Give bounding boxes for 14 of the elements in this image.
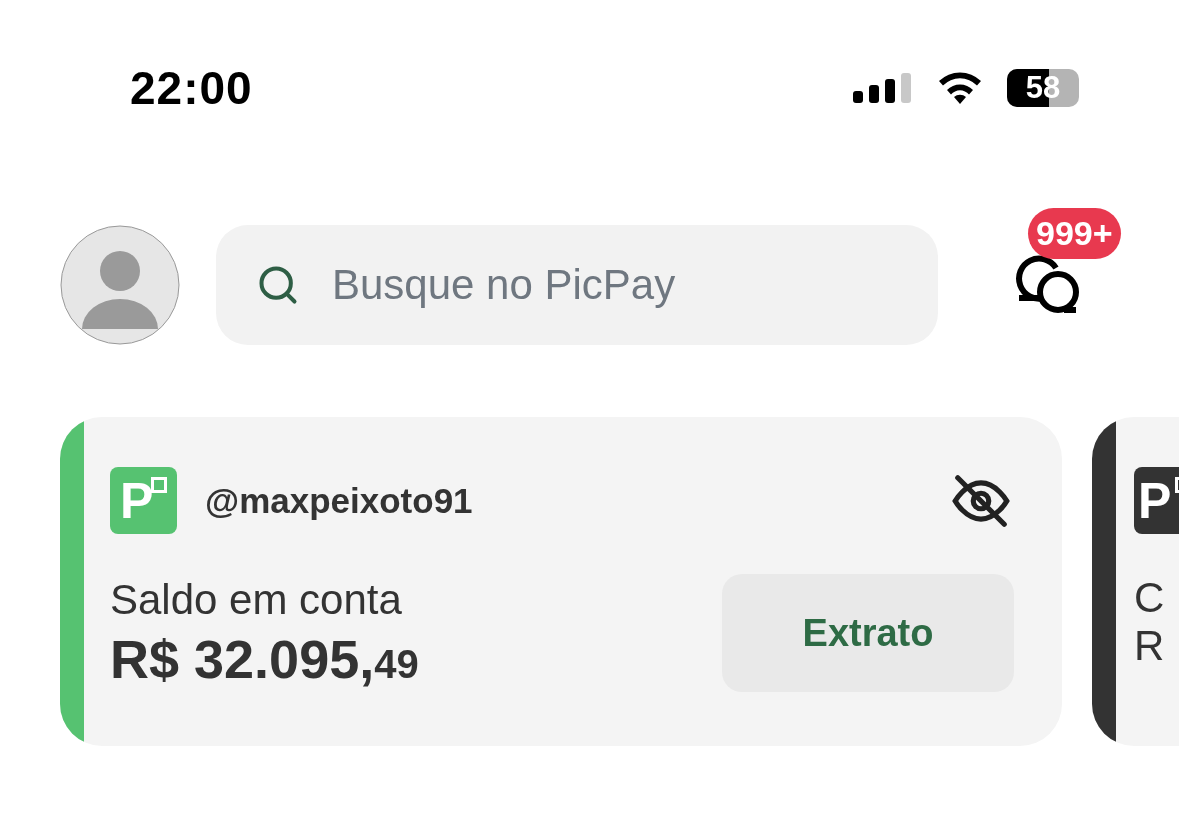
signal-icon: [853, 73, 913, 103]
username: @maxpeixoto91: [205, 480, 474, 521]
search-icon: [256, 263, 300, 307]
logo-icon: P: [110, 467, 177, 534]
statement-button[interactable]: Extrato: [722, 574, 1014, 692]
balance-label: Saldo em conta: [110, 576, 403, 624]
balance-label: C: [1134, 574, 1165, 622]
balance-amount: R$ 32.095,49: [110, 628, 419, 690]
search-field[interactable]: Busque no PicPay: [216, 225, 938, 345]
avatar[interactable]: [60, 225, 180, 345]
logo-icon: P: [1134, 467, 1179, 534]
balance-amount: R: [1134, 622, 1165, 670]
notification-badge: 999+: [1028, 208, 1121, 259]
status-time: 22:00: [130, 61, 253, 115]
